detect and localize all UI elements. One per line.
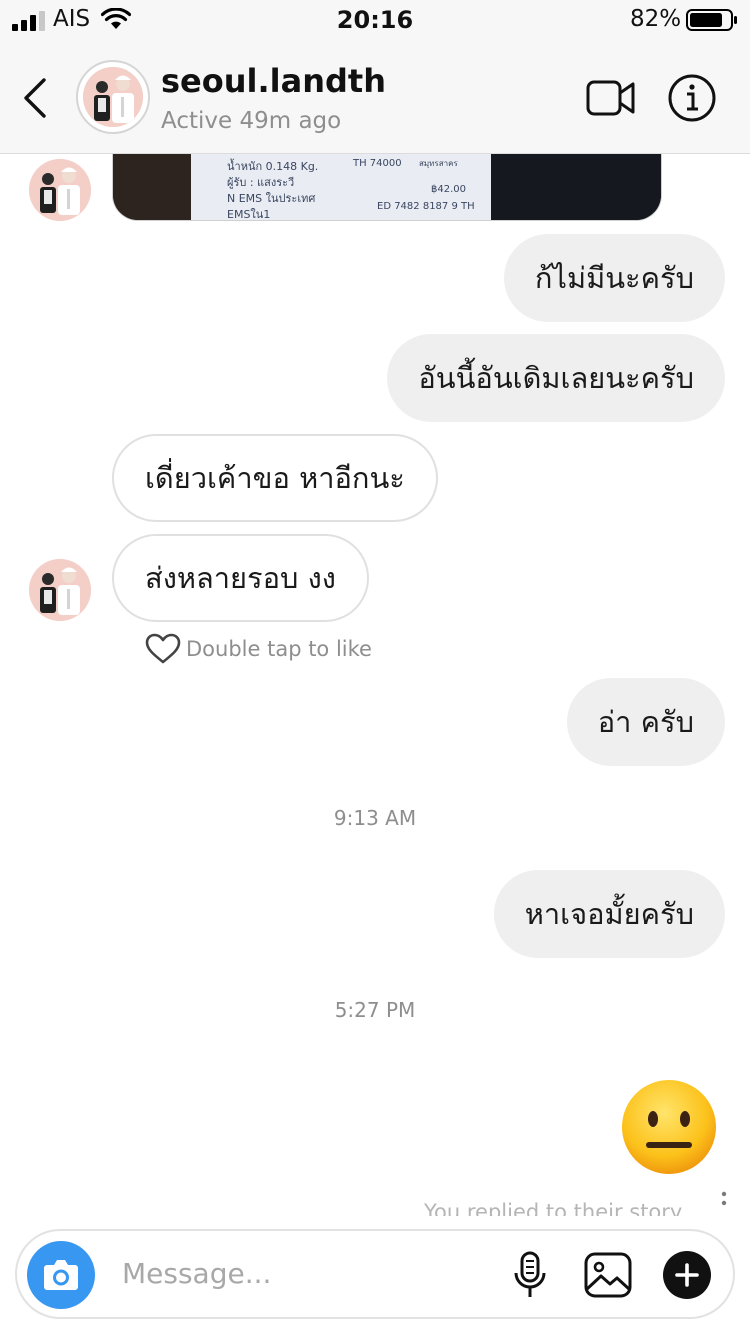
status-bar: AIS 20:16 82%	[0, 0, 750, 40]
outgoing-message[interactable]: อันนี้อันเดิมเลยนะครับ	[387, 334, 725, 422]
info-icon[interactable]	[667, 73, 717, 123]
message-composer: Message...	[15, 1229, 735, 1319]
outgoing-message[interactable]: ก้ไม่มีนะครับ	[503, 234, 725, 322]
incoming-message[interactable]: เดี่ยวเค้าขอ หาอีกนะ	[112, 434, 438, 522]
double-tap-label: Double tap to like	[186, 637, 372, 661]
more-options-icon[interactable]	[717, 1190, 731, 1216]
avatar	[83, 67, 143, 127]
receipt-line: น้ำหนัก 0.148 Kg.	[227, 158, 318, 173]
header-profile-avatar[interactable]	[76, 60, 150, 134]
incoming-message[interactable]: ส่งหลายรอบ งง	[112, 534, 369, 622]
microphone-icon[interactable]	[512, 1251, 548, 1301]
plus-icon	[675, 1263, 699, 1287]
message-input[interactable]: Message...	[122, 1231, 271, 1317]
chat-username[interactable]: seoul.landth	[161, 62, 386, 100]
outgoing-message[interactable]: หาเจอมั้ยครับ	[493, 870, 725, 958]
video-call-icon[interactable]	[585, 78, 637, 118]
neutral-face-emoji[interactable]	[620, 1078, 718, 1176]
active-status: Active 49m ago	[161, 108, 342, 134]
sender-avatar[interactable]	[29, 559, 91, 621]
double-tap-like-hint[interactable]: Double tap to like	[145, 633, 372, 665]
heart-icon[interactable]	[145, 633, 181, 665]
receipt-line: ED 7482 8187 9 TH	[377, 201, 475, 212]
receipt-line: สมุทรสาคร	[419, 159, 458, 168]
gallery-icon[interactable]	[583, 1251, 633, 1299]
battery-icon	[686, 9, 737, 31]
add-button[interactable]	[663, 1251, 711, 1299]
receipt-line: N EMS ในประเทศ	[227, 192, 315, 205]
back-chevron-icon[interactable]	[18, 74, 54, 122]
story-reply-note: You replied to their story	[424, 1200, 683, 1216]
timestamp: 5:27 PM	[334, 998, 416, 1022]
photo-message[interactable]: น้ำหนัก 0.148 Kg. TH 74000 สมุทรสาคร ผู้…	[112, 154, 662, 221]
receipt-line: ผู้รับ : แสงระวี	[227, 176, 294, 189]
sender-avatar[interactable]	[29, 159, 91, 221]
receipt-line: EMSใน1	[227, 208, 270, 221]
camera-button[interactable]	[27, 1241, 95, 1309]
battery-percentage: 82%	[630, 6, 682, 32]
outgoing-message[interactable]: อ่า ครับ	[566, 678, 725, 766]
camera-icon	[44, 1260, 78, 1290]
chat-header: seoul.landth Active 49m ago	[0, 40, 750, 154]
receipt-line: ฿42.00	[431, 184, 466, 195]
timestamp: 9:13 AM	[333, 806, 417, 830]
receipt-line: TH 74000	[352, 158, 402, 169]
